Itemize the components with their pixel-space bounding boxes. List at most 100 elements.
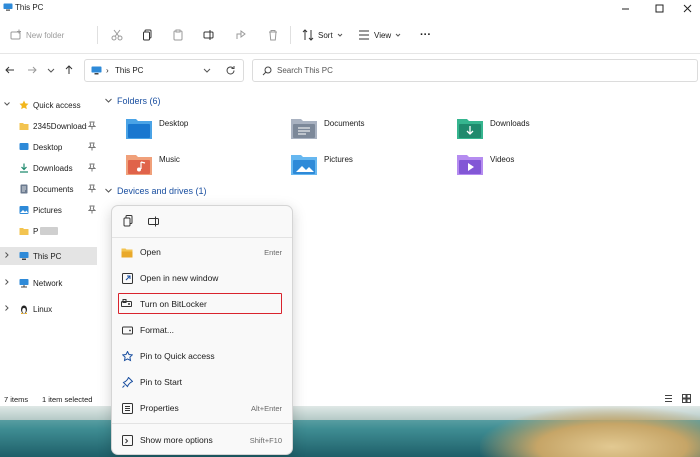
up-button[interactable] [62,63,76,77]
more-options-icon [121,434,133,446]
music-folder-icon [126,155,152,175]
menu-item-label: Format... [140,325,175,335]
close-button[interactable] [672,0,700,16]
computer-icon [91,66,102,75]
menu-item-show-more-options[interactable]: Show more options Shift+F10 [116,428,288,452]
sidebar-item-2345downloads[interactable]: 2345Downloads [0,117,97,135]
status-bar: 7 items 1 item selected [0,392,700,406]
sidebar-item-network[interactable]: Network [0,274,97,292]
pin-star-icon [121,350,133,362]
sidebar-item-pictures[interactable]: Pictures [0,201,97,219]
copy-button[interactable] [121,214,135,228]
ellipsis-icon: ··· [420,29,431,41]
breadcrumb-this-pc[interactable]: This PC [115,66,143,75]
drives-group-header[interactable]: Devices and drives (1) [105,184,207,198]
sidebar-item-downloads[interactable]: Downloads [0,159,97,177]
view-icon [359,30,369,40]
refresh-icon[interactable] [225,65,236,76]
folder-desktop[interactable]: Desktop [125,115,285,145]
folder-documents[interactable]: Documents [290,115,450,145]
pictures-folder-icon [291,155,317,175]
tiles-view-icon[interactable] [682,394,691,403]
folder-music[interactable]: Music [125,151,285,181]
menu-item-label: Open [140,247,161,257]
sidebar-item-documents[interactable]: Documents [0,180,97,198]
command-bar: New folder Sort View ··· [0,16,700,54]
sidebar-item-p-folder[interactable]: P [0,222,97,240]
properties-icon [121,402,133,414]
maximize-icon [655,4,663,12]
menu-item-format[interactable]: Format... [116,318,288,342]
sort-label: Sort [318,30,333,40]
sidebar-item-label: Linux [33,305,53,314]
sidebar-item-this-pc[interactable]: This PC [0,247,97,265]
chevron-right-icon[interactable] [4,252,10,258]
rename-button[interactable] [203,25,215,45]
forward-button[interactable] [25,63,39,77]
address-bar[interactable]: › This PC [84,59,244,82]
paste-button[interactable] [172,25,184,45]
search-box[interactable]: Search This PC [252,59,698,82]
details-view-icon[interactable] [664,394,673,403]
chevron-down-icon[interactable] [203,68,211,74]
scissors-icon [111,29,123,41]
menu-item-properties[interactable]: Properties Alt+Enter [116,396,288,420]
recent-locations-button[interactable] [44,63,58,77]
sidebar-item-label: Quick access [33,101,81,110]
arrow-right-icon [28,66,37,74]
desktop-wallpaper [0,406,700,457]
folder-name: Videos [490,155,515,164]
cut-button[interactable] [111,25,123,45]
new-folder-button[interactable]: New folder [10,25,64,45]
item-count: 7 items [4,395,29,404]
chevron-down-icon[interactable] [4,101,10,107]
view-button[interactable]: View [358,25,401,45]
menu-item-shortcut: Alt+Enter [250,404,282,413]
computer-icon [3,3,13,11]
folder-downloads[interactable]: Downloads [456,115,616,145]
documents-icon [20,184,28,194]
search-placeholder: Search This PC [277,66,333,75]
format-icon [121,324,133,336]
menu-item-open[interactable]: Open Enter [116,240,288,264]
menu-item-label: Open in new window [140,273,219,283]
rename-icon [203,30,214,40]
sort-icon [302,29,314,41]
menu-item-open-new-window[interactable]: Open in new window [116,266,288,290]
minimize-button[interactable] [610,0,640,16]
context-menu-quick-actions [112,206,292,236]
documents-folder-icon [291,119,317,139]
sidebar-item-label: 2345Downloads [33,122,87,131]
folder-videos[interactable]: Videos [456,151,616,181]
menu-item-label: Properties [140,403,179,413]
menu-item-pin-to-start[interactable]: Pin to Start [116,370,288,394]
more-options-button[interactable]: ··· [420,25,431,45]
wallpaper-reeds [480,406,700,457]
folders-group-header[interactable]: Folders (6) [105,94,161,108]
selection-count: 1 item selected [42,395,93,404]
menu-item-pin-quick-access[interactable]: Pin to Quick access [116,344,288,368]
chevron-down-icon [337,33,343,37]
sidebar-item-quick-access[interactable]: Quick access [0,96,97,114]
pin-icon [88,184,96,193]
toolbar-divider [97,26,98,44]
sort-button[interactable]: Sort [302,25,343,45]
sidebar-item-desktop[interactable]: Desktop [0,138,97,156]
back-button[interactable] [3,63,17,77]
delete-button[interactable] [267,25,279,45]
annotation-highlight-box [118,293,282,314]
chevron-right-icon[interactable] [4,279,10,285]
copy-button[interactable] [142,25,154,45]
sidebar-item-label: P [33,227,39,236]
pin-icon [88,142,96,151]
maximize-button[interactable] [644,0,674,16]
folder-pictures[interactable]: Pictures [290,151,450,181]
chevron-right-icon[interactable] [4,305,10,311]
sidebar-item-linux[interactable]: Linux [0,300,97,318]
menu-item-label: Pin to Start [140,377,183,387]
folder-icon [19,123,29,130]
breadcrumb-separator: › [106,66,109,75]
share-button[interactable] [235,25,247,45]
rename-button[interactable] [147,214,161,228]
chevron-down-icon [47,68,55,73]
